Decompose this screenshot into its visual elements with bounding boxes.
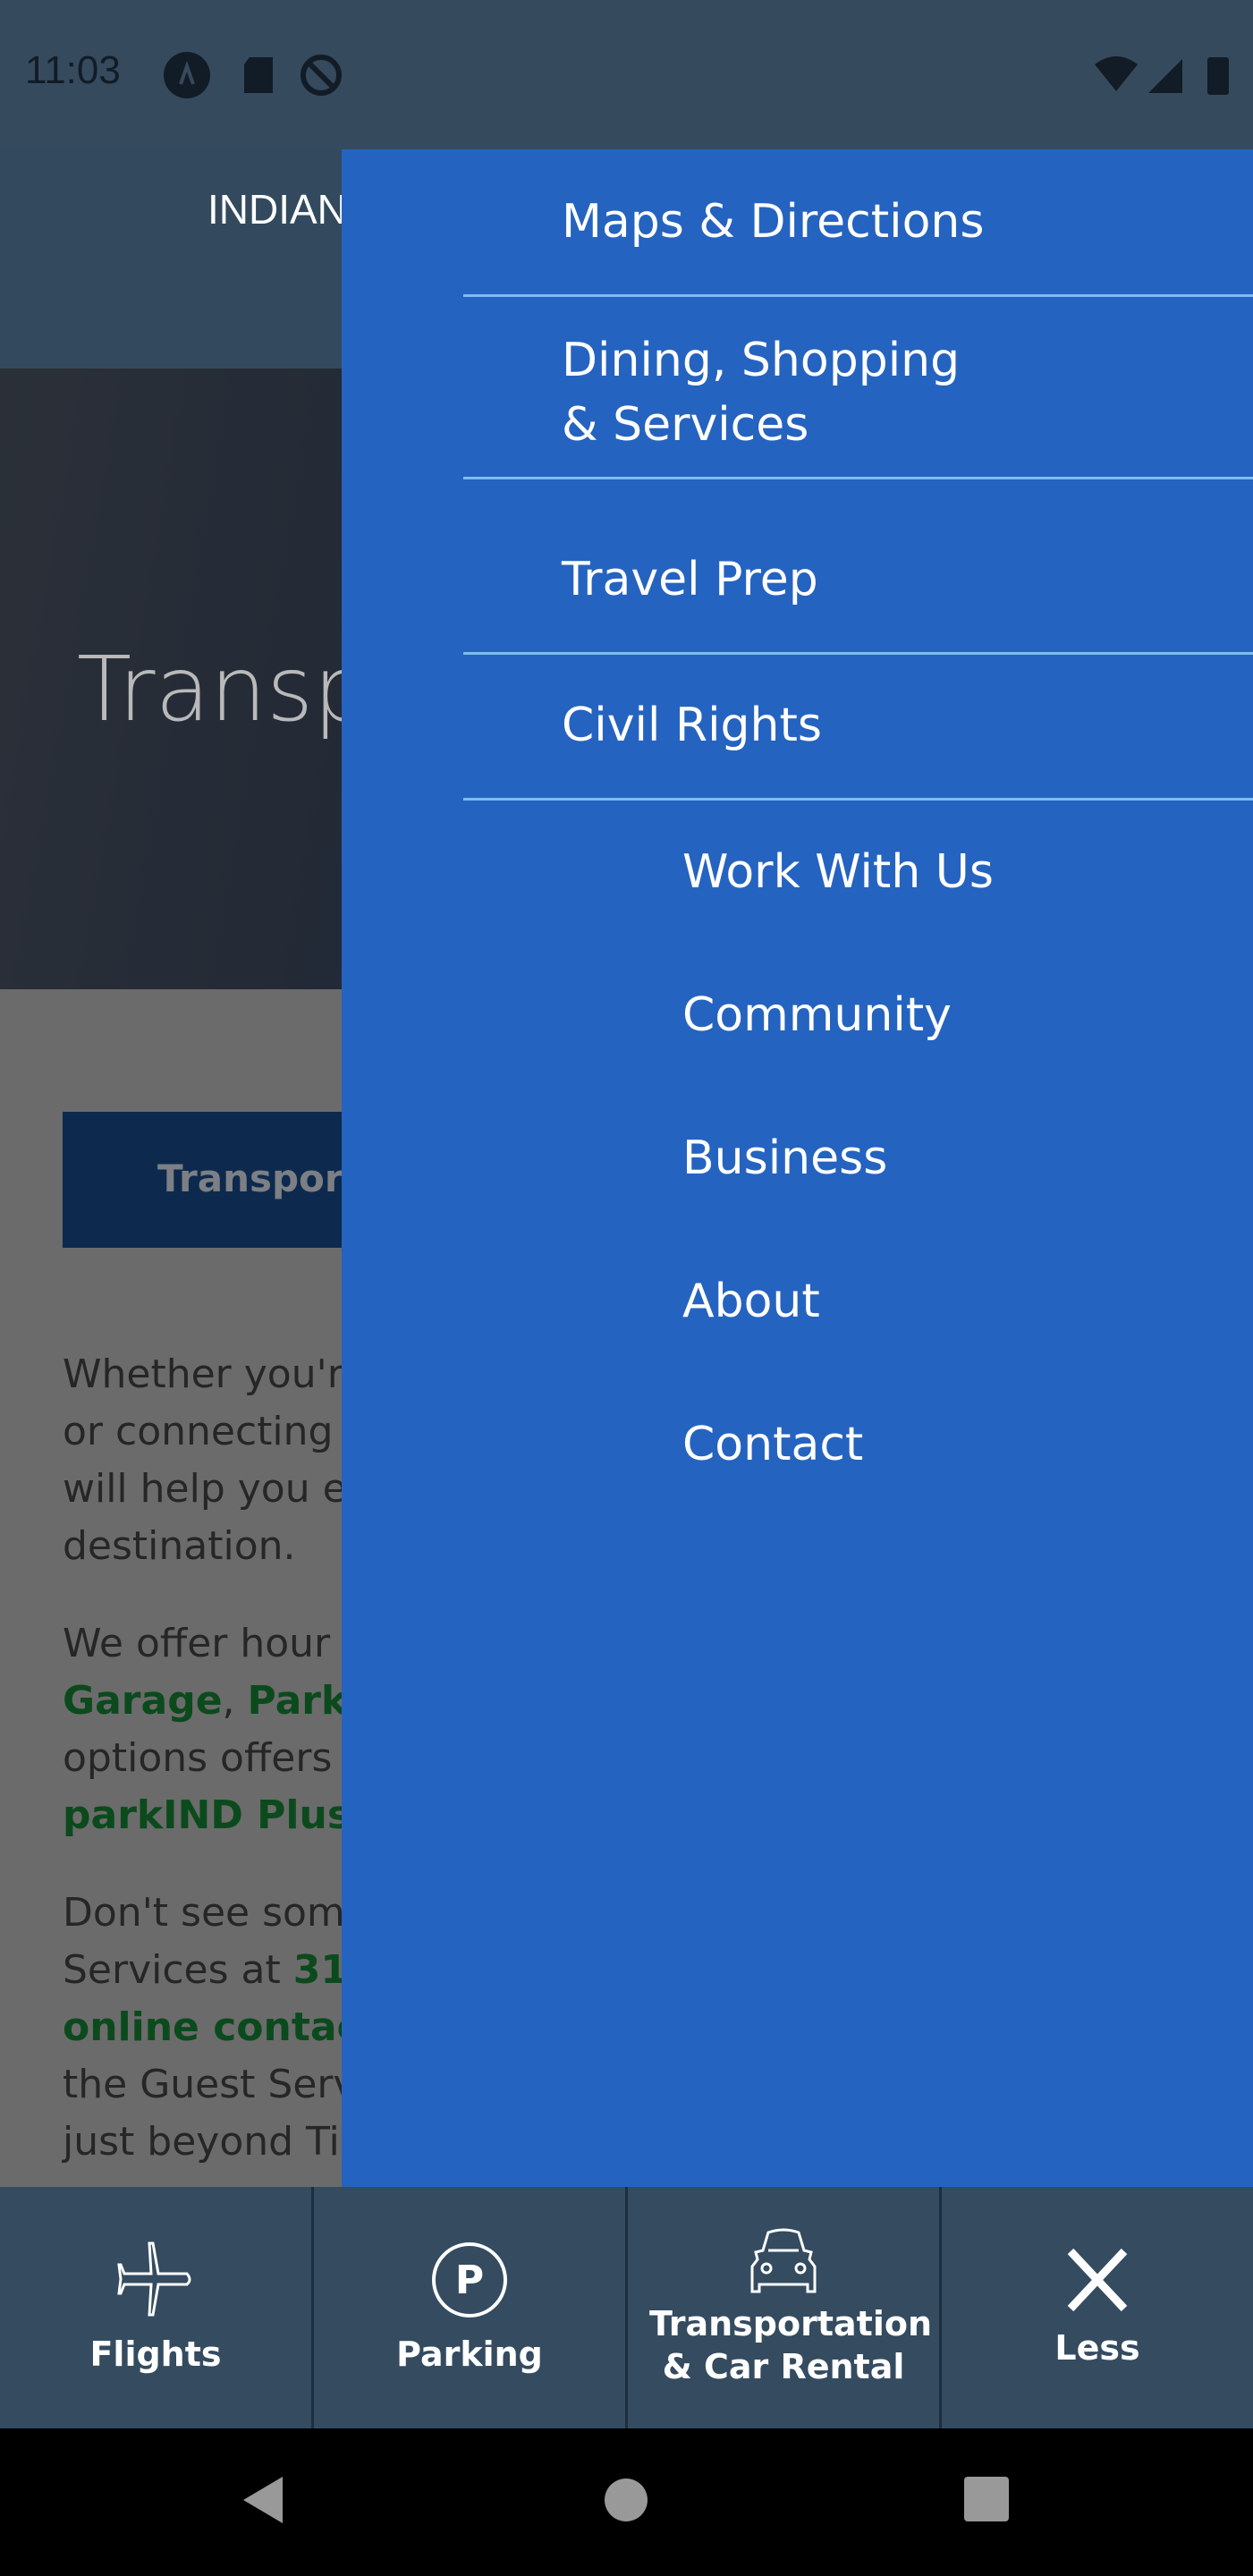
nav-flights[interactable]: Flights	[0, 2187, 314, 2428]
plane-icon	[117, 2241, 191, 2317]
app-icon	[164, 52, 210, 98]
hero-title: Transp	[77, 637, 370, 741]
home-icon[interactable]	[604, 2478, 648, 2522]
menu-item-about[interactable]: About	[682, 1269, 820, 1334]
site-title[interactable]: INDIAN	[207, 185, 347, 233]
status-bar: 11:03	[0, 0, 1253, 149]
data-saver-icon	[301, 55, 342, 96]
parkind-plus-link[interactable]: parkIND Plus	[63, 1792, 351, 1838]
back-icon[interactable]	[238, 2473, 292, 2527]
clock: 11:03	[25, 48, 121, 92]
wifi-icon	[1095, 56, 1138, 91]
contact-form-link[interactable]: online contac	[63, 2004, 360, 2050]
signal-icon	[1148, 59, 1182, 93]
svg-text:P: P	[455, 2258, 484, 2303]
nav-transportation[interactable]: Transportation & Car Rental	[628, 2187, 942, 2428]
menu-item-community[interactable]: Community	[682, 983, 952, 1047]
navigation-drawer: Maps & Directions Dining, Shopping & Ser…	[342, 149, 1253, 2187]
recents-icon[interactable]	[963, 2476, 1010, 2522]
car-icon	[750, 2228, 817, 2293]
menu-item-travel-prep[interactable]: Travel Prep	[463, 547, 1253, 655]
sd-card-icon	[244, 57, 273, 93]
menu-item-contact[interactable]: Contact	[682, 1412, 863, 1477]
menu-item-business[interactable]: Business	[682, 1126, 887, 1191]
menu-item-maps-directions[interactable]: Maps & Directions	[463, 190, 1253, 297]
system-nav-bar	[0, 2428, 1253, 2576]
parking-icon: P	[432, 2242, 507, 2318]
nav-less[interactable]: Less	[942, 2187, 1253, 2428]
garage-link[interactable]: Garage	[63, 1678, 223, 1724]
close-icon	[1067, 2248, 1128, 2312]
bottom-nav: Flights P Parking Transportation & Car R…	[0, 2187, 1253, 2428]
menu-item-civil-rights[interactable]: Civil Rights	[463, 693, 1253, 801]
menu-item-work-with-us[interactable]: Work With Us	[682, 840, 994, 904]
menu-item-dining-shopping[interactable]: Dining, Shopping & Services	[463, 328, 1253, 479]
nav-parking[interactable]: P Parking	[314, 2187, 628, 2428]
battery-icon	[1207, 57, 1229, 95]
